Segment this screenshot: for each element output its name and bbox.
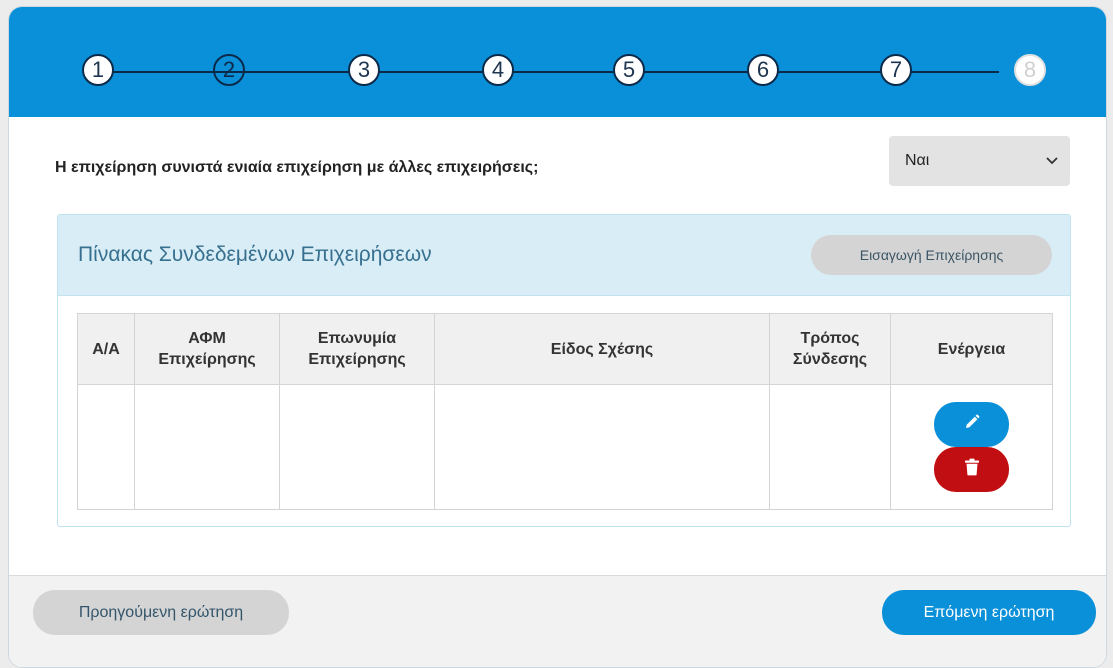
stepper: 1 2 3 4 5 6 7 8 [9,7,1106,117]
step-1[interactable]: 1 [82,54,114,86]
trash-icon [964,458,980,481]
table-row [77,384,1053,510]
step-2[interactable]: 2 [213,54,245,86]
unified-enterprise-select[interactable]: Ναι [889,136,1070,186]
step-5[interactable]: 5 [613,54,645,86]
header-name: Επωνυμία Επιχείρησης [279,313,435,385]
table-header-row: Α/Α ΑΦΜ Επιχείρησης Επωνυμία Επιχείρησης… [77,313,1053,385]
pencil-icon [963,413,981,436]
header-afm: ΑΦΜ Επιχείρησης [134,313,280,385]
step-6[interactable]: 6 [747,54,779,86]
panel-title: Πίνακας Συνδεδεμένων Επιχειρήσεων [78,243,432,266]
cell-name [279,384,435,510]
cell-actions [890,384,1053,510]
header-connection: Τρόπος Σύνδεσης [769,313,891,385]
step-8: 8 [1014,54,1046,86]
add-enterprise-button[interactable]: Εισαγωγή Επιχείρησης [811,235,1052,275]
footer: Προηγούμενη ερώτηση Επόμενη ερώτηση [9,575,1106,667]
cell-connection [769,384,891,510]
panel-header: Πίνακας Συνδεδεμένων Επιχειρήσεων Εισαγω… [58,215,1070,296]
cell-relation [434,384,770,510]
header-relation: Είδος Σχέσης [434,313,770,385]
cell-afm [134,384,280,510]
select-value: Ναι [905,152,930,169]
wizard-card: 1 2 3 4 5 6 7 8 Η επιχείρηση συνιστά ενι… [8,6,1107,668]
edit-button[interactable] [934,402,1009,447]
linked-enterprises-panel: Πίνακας Συνδεδεμένων Επιχειρήσεων Εισαγω… [57,214,1071,527]
linked-enterprises-table: Α/Α ΑΦΜ Επιχείρησης Επωνυμία Επιχείρησης… [77,313,1053,510]
header-aa: Α/Α [77,313,135,385]
previous-question-button[interactable]: Προηγούμενη ερώτηση [33,590,289,635]
cell-aa [77,384,135,510]
question-label: Η επιχείρηση συνιστά ενιαία επιχείρηση μ… [55,159,539,176]
step-3[interactable]: 3 [348,54,380,86]
step-4[interactable]: 4 [482,54,514,86]
next-question-button[interactable]: Επόμενη ερώτηση [882,590,1096,635]
header-actions: Ενέργεια [890,313,1053,385]
delete-button[interactable] [934,447,1009,492]
chevron-down-icon [1046,154,1058,168]
step-7[interactable]: 7 [880,54,912,86]
